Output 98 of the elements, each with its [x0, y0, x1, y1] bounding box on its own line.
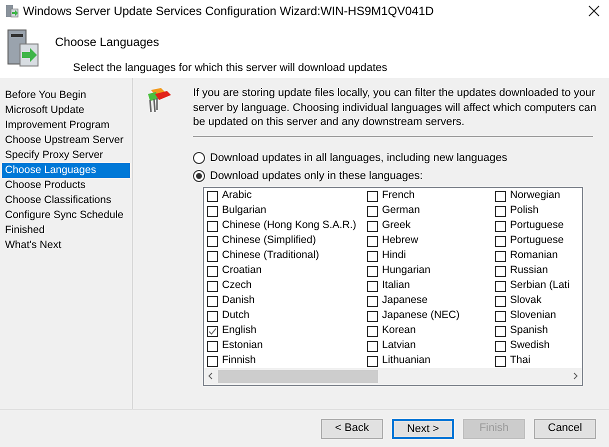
language-label: Bulgarian: [222, 203, 266, 218]
sidebar-item[interactable]: Finished: [2, 223, 130, 238]
checkbox[interactable]: [495, 190, 506, 202]
checkbox[interactable]: [495, 340, 506, 352]
checkbox[interactable]: [367, 356, 378, 366]
checkbox[interactable]: [495, 206, 506, 216]
language-label: Slovenian: [510, 308, 556, 324]
language-label: Estonian: [222, 338, 263, 354]
checkbox[interactable]: [367, 206, 378, 216]
language-label: Arabic: [222, 188, 252, 204]
checkbox[interactable]: [207, 326, 218, 336]
language-label: German: [382, 203, 420, 218]
radio-option[interactable]: Download updates in all languages, including new languages: [193, 150, 603, 166]
checkbox[interactable]: [367, 220, 378, 232]
language-label: Czech: [222, 278, 252, 294]
sidebar-item[interactable]: Before You Begin: [2, 88, 130, 103]
checkbox[interactable]: [495, 266, 506, 276]
checkbox[interactable]: [207, 190, 218, 202]
language-label: Portuguese: [510, 233, 564, 248]
checkbox[interactable]: [367, 190, 378, 202]
app-icon: [5, 4, 19, 18]
checkbox[interactable]: [207, 296, 218, 306]
language-label: Spanish: [510, 323, 548, 338]
description-text: If you are storing update files locally, you can filter the updates downloaded to your server by language. Choosing individual languages will affect which computers can be updated on this server and any downstream servers.: [193, 86, 598, 130]
close-icon[interactable]: [588, 5, 600, 17]
language-label: English: [222, 323, 256, 338]
checkbox[interactable]: [367, 296, 378, 306]
wizard-button[interactable]: < Back: [321, 418, 383, 438]
page-subtitle: Select the languages for which this server will download updates: [73, 61, 388, 76]
language-label: Portuguese: [510, 218, 564, 234]
language-label: Chinese (Simplified): [222, 233, 316, 248]
language-label: Polish: [510, 203, 539, 218]
language-label: Finnish: [222, 353, 256, 368]
sidebar-item[interactable]: Choose Languages: [2, 163, 130, 178]
checkbox[interactable]: [367, 340, 378, 352]
checkbox[interactable]: [207, 266, 218, 276]
sidebar-item[interactable]: Microsoft Update Improvement Program: [2, 103, 130, 133]
horizontal-scrollbar[interactable]: [204, 368, 582, 384]
checkbox[interactable]: [495, 280, 506, 292]
language-label: Croatian: [222, 263, 262, 278]
sidebar-item[interactable]: Choose Upstream Server: [2, 133, 130, 148]
language-label: Korean: [382, 323, 416, 338]
checkbox[interactable]: [495, 356, 506, 366]
checkbox[interactable]: [495, 296, 506, 306]
checkbox[interactable]: [207, 280, 218, 292]
language-label: Dutch: [222, 308, 250, 324]
checkbox[interactable]: [367, 236, 378, 246]
language-label: Hebrew: [382, 233, 418, 248]
language-label: Chinese (Traditional): [222, 248, 320, 264]
checkbox[interactable]: [495, 220, 506, 232]
language-label: Serbian (Lati: [510, 278, 570, 294]
language-label: Romanian: [510, 248, 558, 264]
checkbox[interactable]: [207, 250, 218, 262]
language-label: Greek: [382, 218, 411, 234]
language-label: Japanese: [382, 293, 428, 308]
radio-option[interactable]: Download updates only in these languages:: [193, 168, 603, 184]
checkbox[interactable]: [367, 250, 378, 262]
checkbox[interactable]: [207, 340, 218, 352]
language-label: Lithuanian: [382, 353, 430, 368]
scrollbar-thumb[interactable]: [218, 370, 378, 382]
language-label: Japanese (NEC): [382, 308, 460, 324]
language-label: Russian: [510, 263, 548, 278]
sidebar-item[interactable]: What's Next: [2, 238, 130, 253]
checkbox[interactable]: [495, 236, 506, 246]
checkbox[interactable]: [367, 280, 378, 292]
checkbox[interactable]: [495, 326, 506, 336]
page-title: Choose Languages: [55, 34, 160, 51]
language-label: Latvian: [382, 338, 416, 354]
checkbox[interactable]: [207, 356, 218, 366]
radio-button[interactable]: [193, 152, 205, 164]
language-label: Italian: [382, 278, 410, 294]
sidebar-item[interactable]: Configure Sync Schedule: [2, 208, 130, 223]
window-title: Windows Server Update Services Configuration Wizard:WIN-HS9M1QV041D: [23, 3, 434, 20]
wizard-button[interactable]: Next >: [392, 418, 454, 438]
checkbox[interactable]: [367, 310, 378, 322]
checkbox[interactable]: [367, 326, 378, 336]
checkbox[interactable]: [495, 250, 506, 262]
language-label: Thai: [510, 353, 530, 368]
language-label: Slovak: [510, 293, 542, 308]
language-label: Hungarian: [382, 263, 430, 278]
checkbox[interactable]: [207, 206, 218, 216]
checkbox[interactable]: [207, 220, 218, 232]
language-label: Danish: [222, 293, 255, 308]
checkbox[interactable]: [207, 310, 218, 322]
wizard-button[interactable]: Cancel: [534, 418, 596, 438]
checkbox[interactable]: [207, 236, 218, 246]
language-label: Chinese (Hong Kong S.A.R.): [222, 218, 356, 234]
language-label: Swedish: [510, 338, 550, 354]
sidebar-item[interactable]: Choose Products: [2, 178, 130, 193]
language-label: Hindi: [382, 248, 406, 264]
language-label: French: [382, 188, 415, 204]
language-label: Norwegian: [510, 188, 560, 204]
sidebar-item[interactable]: Choose Classifications: [2, 193, 130, 208]
radio-button[interactable]: [193, 170, 205, 182]
checkbox[interactable]: [495, 310, 506, 322]
sidebar-item[interactable]: Specify Proxy Server: [2, 148, 130, 163]
checkbox[interactable]: [367, 266, 378, 276]
flags-icon: [145, 86, 173, 114]
